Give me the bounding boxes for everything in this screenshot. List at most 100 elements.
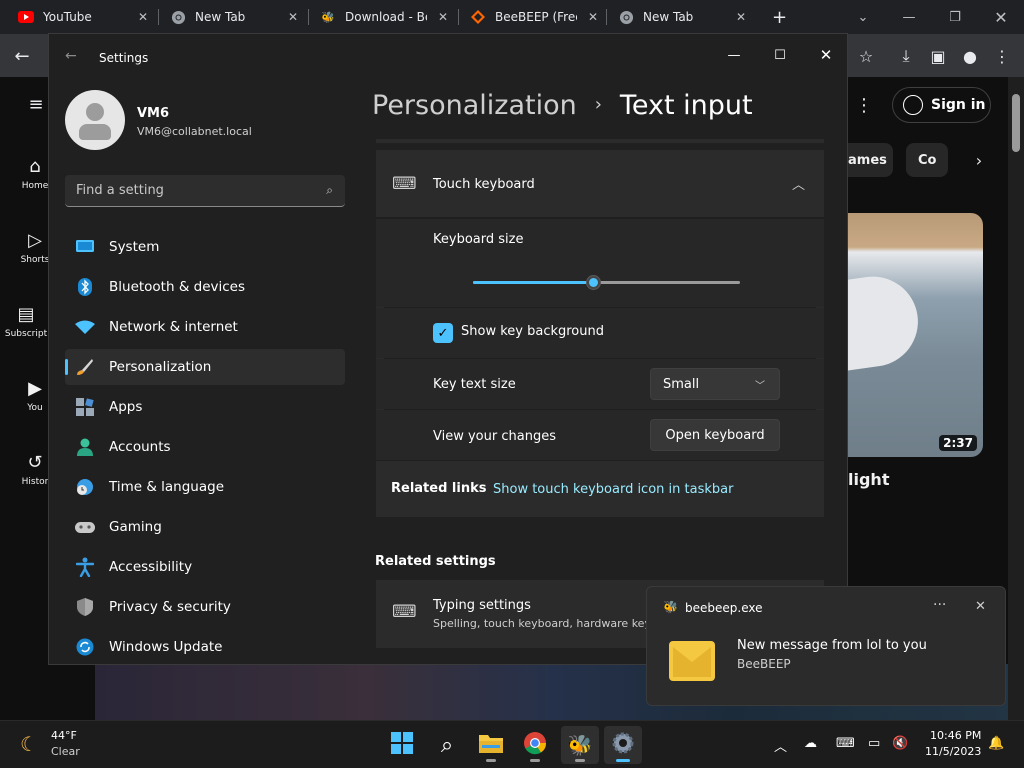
beebeep-icon: 🐝 (663, 600, 678, 614)
taskbar-beebeep[interactable]: 🐝 (561, 726, 599, 764)
avatar[interactable] (65, 90, 125, 150)
weather-condition[interactable]: Clear (51, 745, 80, 758)
toast-notification[interactable]: 🐝 beebeep.exe ··· ✕ New message from lol… (646, 586, 1006, 706)
open-keyboard-button[interactable]: Open keyboard (650, 419, 780, 451)
download-icon[interactable]: ⤓ (894, 44, 918, 68)
taskbar-chrome[interactable] (516, 726, 554, 764)
plus-icon: + (772, 6, 788, 28)
sidebar-item-apps[interactable]: Apps (65, 389, 345, 425)
yt-nav-subscriptions[interactable]: ▤ Subscript (0, 304, 52, 339)
taskbar-settings[interactable] (604, 726, 642, 764)
sidebar-item-time-language[interactable]: Time & language (65, 469, 345, 505)
sidebar-item-personalization[interactable]: Personalization (65, 349, 345, 385)
show-keyboard-icon-link[interactable]: Show touch keyboard icon in taskbar (493, 482, 733, 497)
sidebar-item-accounts[interactable]: Accounts (65, 429, 345, 465)
sidebar-item-bluetooth[interactable]: Bluetooth & devices (65, 269, 345, 305)
close-tab-icon[interactable]: ✕ (736, 10, 746, 24)
more-options-icon[interactable]: ··· (933, 597, 946, 613)
minimize-browser-button[interactable]: — (886, 0, 932, 34)
network-icon[interactable]: ▭ (868, 736, 880, 751)
typing-settings-subtitle: Spelling, touch keyboard, hardware key (433, 617, 651, 630)
chevron-up-icon[interactable]: ︿ (774, 736, 787, 755)
clock-time[interactable]: 10:46 PM (930, 729, 981, 742)
chevron-up-icon[interactable]: ︿ (792, 174, 805, 193)
search-icon: ⌕ (326, 183, 333, 197)
keyboard-icon[interactable]: ⌨ (836, 736, 855, 751)
close-tab-icon[interactable]: ✕ (438, 10, 448, 24)
subscriptions-icon: ▤ (17, 304, 35, 325)
sidebar-item-system[interactable]: System (65, 229, 345, 265)
video-title[interactable]: light (848, 470, 889, 489)
card-edge (376, 139, 824, 143)
search-placeholder: Find a setting (76, 183, 164, 198)
tab-beebeep-free[interactable]: BeeBEEP (Free ✕ (460, 0, 606, 34)
key-text-size-dropdown[interactable]: Small ﹀ (650, 368, 780, 400)
clock-date[interactable]: 11/5/2023 (925, 745, 981, 758)
chevron-right-icon: › (594, 94, 602, 115)
typing-settings-title: Typing settings (433, 598, 531, 613)
profile-icon[interactable]: ● (958, 44, 982, 68)
breadcrumb-parent[interactable]: Personalization (372, 90, 577, 121)
sidebar-item-accessibility[interactable]: Accessibility (65, 549, 345, 585)
sidebar-item-privacy[interactable]: Privacy & security (65, 589, 345, 625)
close-tab-icon[interactable]: ✕ (588, 10, 598, 24)
hamburger-menu-icon[interactable]: ≡ (24, 92, 48, 116)
close-button[interactable]: ✕ (803, 40, 847, 70)
sidebar-item-gaming[interactable]: Gaming (65, 509, 345, 545)
close-icon[interactable]: ✕ (975, 599, 986, 614)
moon-icon[interactable]: ☾ (20, 732, 38, 756)
more-options-icon[interactable]: ⋮ (852, 93, 876, 117)
sidebar-item-network[interactable]: Network & internet (65, 309, 345, 345)
video-thumbnail[interactable]: 2:37 (848, 213, 983, 457)
taskbar-file-explorer[interactable] (472, 726, 510, 764)
key-text-size-label: Key text size (433, 377, 516, 392)
volume-muted-icon[interactable]: 🔇 (892, 736, 908, 751)
tab-new-tab[interactable]: New Tab ✕ (160, 0, 306, 34)
tab-search-icon[interactable]: ⌄ (840, 0, 886, 34)
keyboard-size-label: Keyboard size (433, 232, 524, 247)
page-scrollbar[interactable] (1008, 77, 1024, 720)
tab-download-beebeep[interactable]: 🐝 Download - Be ✕ (310, 0, 456, 34)
back-arrow-icon[interactable]: ← (65, 48, 77, 64)
gamepad-icon (75, 517, 95, 537)
back-arrow-icon[interactable]: ← (10, 44, 34, 68)
brush-icon (75, 357, 95, 377)
close-browser-button[interactable]: ✕ (978, 0, 1024, 34)
sidebar-item-windows-update[interactable]: Windows Update (65, 629, 345, 664)
chrome-icon (523, 731, 547, 760)
close-tab-icon[interactable]: ✕ (288, 10, 298, 24)
onedrive-icon[interactable]: ☁ (804, 736, 817, 751)
sign-in-button[interactable]: Sign in (892, 87, 991, 123)
close-tab-icon[interactable]: ✕ (138, 10, 148, 24)
tab-new-tab-2[interactable]: New Tab ✕ (608, 0, 754, 34)
new-tab-button[interactable]: + (762, 0, 792, 34)
notification-bell-icon[interactable]: 🔔 (988, 736, 1004, 751)
tab-title: New Tab (195, 10, 246, 24)
breadcrumb: Personalization › Text input (372, 90, 753, 121)
bluetooth-icon (75, 277, 95, 297)
find-setting-search[interactable]: Find a setting ⌕ (65, 175, 345, 207)
taskbar-search-button[interactable]: ⌕ (428, 726, 466, 764)
settings-app-title: Settings (99, 51, 149, 65)
bookmark-star-icon[interactable]: ☆ (854, 44, 878, 68)
filter-chip[interactable]: Co (906, 143, 948, 177)
restore-browser-button[interactable]: ❐ (932, 0, 978, 34)
show-key-background-checkbox[interactable]: ✓ (433, 323, 453, 343)
touch-keyboard-header[interactable]: ⌨ Touch keyboard ︿ (376, 150, 824, 217)
beebeep-icon: 🐝 (567, 733, 593, 757)
chevron-right-icon[interactable]: › (967, 148, 991, 172)
show-key-background-label: Show key background (461, 324, 604, 339)
mail-icon (669, 641, 715, 681)
video-duration-badge: 2:37 (939, 435, 977, 451)
keyboard-size-slider[interactable] (473, 275, 740, 290)
tab-youtube[interactable]: YouTube ✕ (8, 0, 156, 34)
weather-temperature[interactable]: 44°F (51, 729, 77, 742)
beebeep-icon: 🐝 (321, 10, 335, 24)
start-button[interactable] (383, 726, 421, 764)
maximize-button[interactable]: ☐ (757, 40, 803, 70)
browser-menu-icon[interactable]: ⋮ (990, 44, 1014, 68)
scrollbar-thumb[interactable] (1012, 94, 1020, 152)
side-panel-icon[interactable]: ▣ (926, 44, 950, 68)
minimize-button[interactable]: — (711, 40, 757, 70)
filter-chip-games[interactable]: ames (848, 143, 893, 177)
